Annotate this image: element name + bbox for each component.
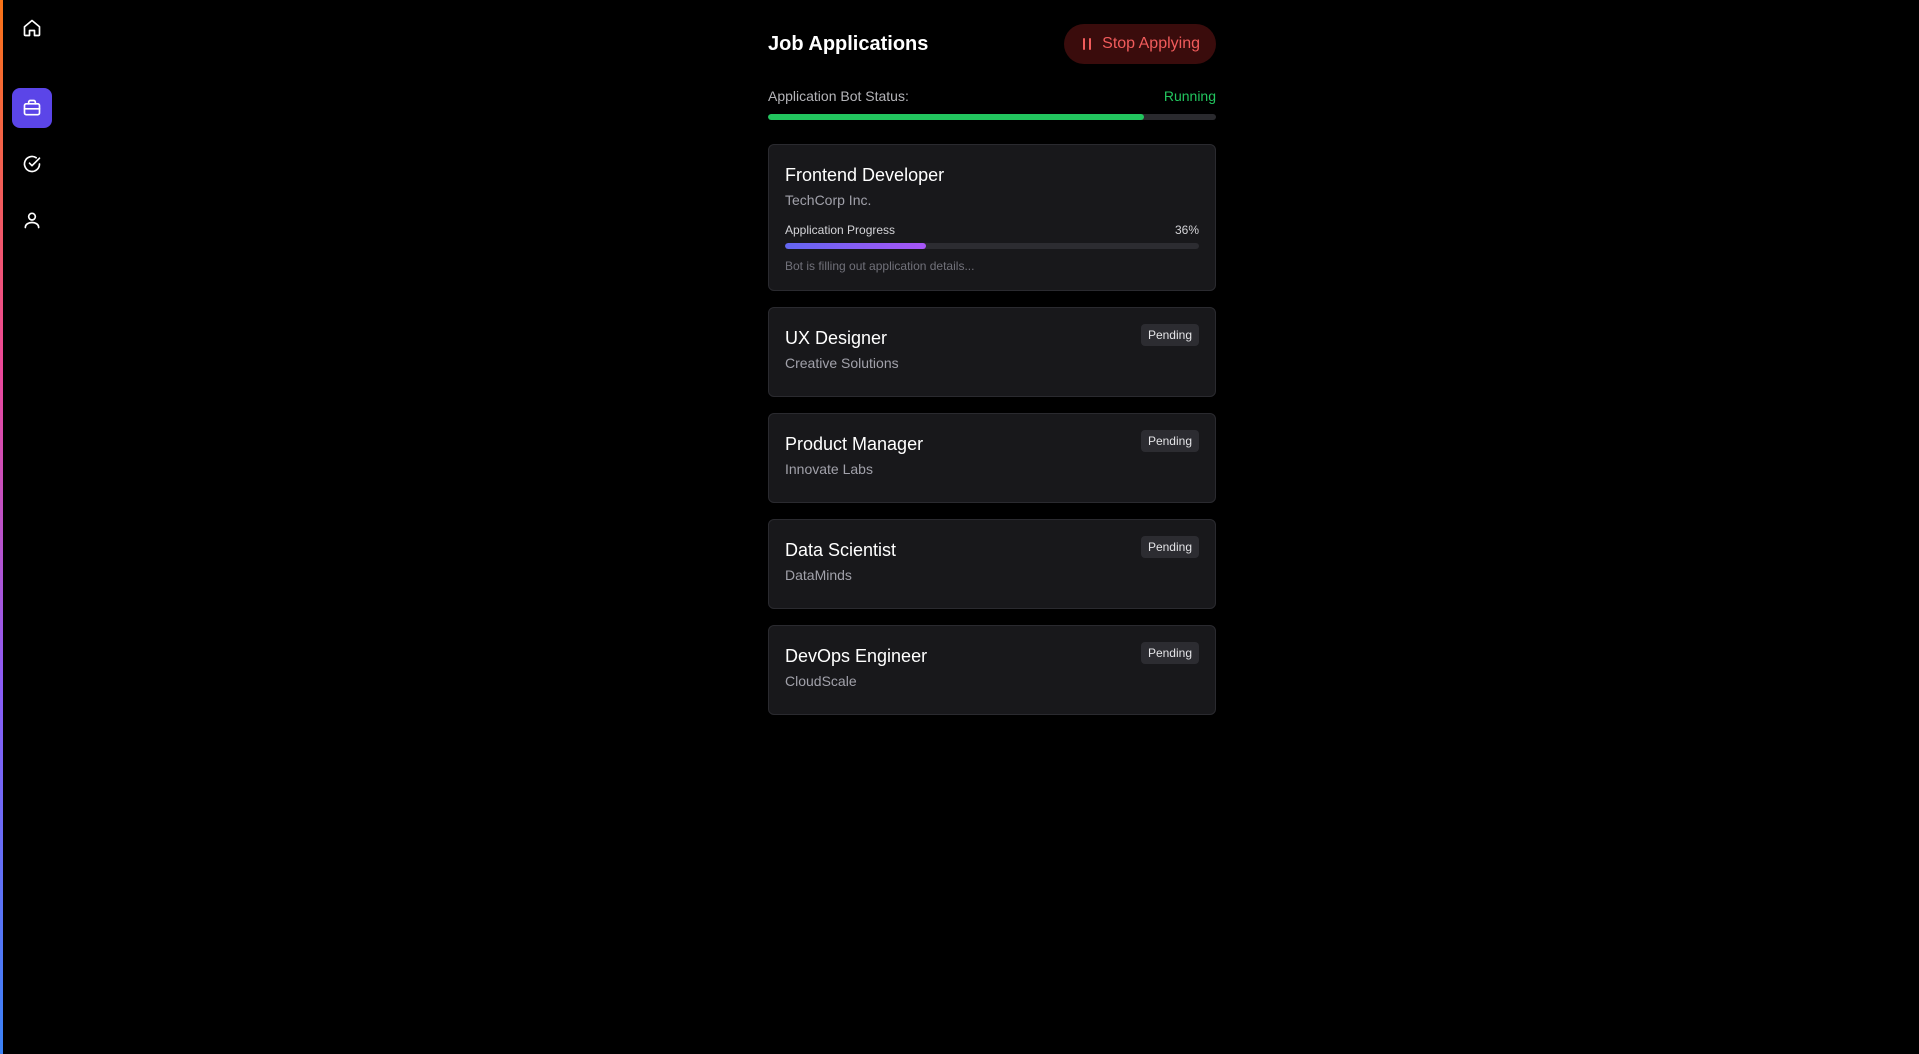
stop-applying-label: Stop Applying bbox=[1102, 35, 1200, 52]
bot-status-progress-bar bbox=[768, 114, 1216, 120]
application-progress-fill bbox=[785, 243, 926, 249]
check-circle-icon bbox=[23, 155, 41, 173]
application-progress-note: Bot is filling out application details..… bbox=[785, 259, 975, 273]
bot-status-value: Running bbox=[1163, 88, 1216, 104]
application-progress-label: Application Progress bbox=[785, 223, 896, 237]
home-icon bbox=[23, 19, 41, 37]
user-icon bbox=[24, 212, 40, 229]
job-title: UX Designer bbox=[785, 328, 888, 348]
briefcase-icon bbox=[23, 99, 41, 116]
status-badge: Pending bbox=[1140, 536, 1199, 558]
bot-status-row: Application Bot Status: Running bbox=[768, 88, 1216, 104]
job-card-active[interactable]: Frontend Developer TechCorp Inc. Applica… bbox=[768, 144, 1216, 291]
stop-applying-button[interactable]: Stop Applying bbox=[1064, 24, 1216, 64]
job-company: Innovate Labs bbox=[785, 461, 873, 477]
job-company: Creative Solutions bbox=[785, 355, 899, 371]
status-badge: Pending bbox=[1140, 324, 1199, 346]
application-progress-row: Application Progress 36% bbox=[785, 223, 1199, 237]
job-title: DevOps Engineer bbox=[785, 646, 928, 666]
sidebar-item-jobs[interactable] bbox=[12, 88, 52, 128]
main-content: Job Applications Stop Applying Applicati… bbox=[768, 24, 1216, 715]
job-card[interactable]: DevOps Engineer CloudScale Pending bbox=[768, 625, 1216, 715]
job-company: TechCorp Inc. bbox=[785, 192, 872, 208]
app-root: Job Applications Stop Applying Applicati… bbox=[0, 0, 1919, 1054]
job-title: Product Manager bbox=[785, 434, 924, 454]
application-progress-percent: 36% bbox=[1174, 223, 1199, 237]
sidebar-item-home[interactable] bbox=[12, 8, 52, 48]
sidebar-item-profile[interactable] bbox=[12, 200, 52, 240]
job-card[interactable]: UX Designer Creative Solutions Pending bbox=[768, 307, 1216, 397]
bot-status-progress-fill bbox=[768, 114, 1145, 120]
job-company: CloudScale bbox=[785, 673, 857, 689]
page-header: Job Applications Stop Applying bbox=[768, 24, 1216, 64]
sidebar bbox=[3, 0, 63, 1054]
status-badge: Pending bbox=[1140, 430, 1199, 452]
job-card[interactable]: Product Manager Innovate Labs Pending bbox=[768, 413, 1216, 503]
sidebar-item-completed[interactable] bbox=[12, 144, 52, 184]
job-card[interactable]: Data Scientist DataMinds Pending bbox=[768, 519, 1216, 609]
job-title: Frontend Developer bbox=[785, 165, 945, 185]
bot-status-label: Application Bot Status: bbox=[768, 88, 909, 104]
job-list: Frontend Developer TechCorp Inc. Applica… bbox=[768, 144, 1216, 715]
job-title: Data Scientist bbox=[785, 540, 897, 560]
status-badge: Pending bbox=[1140, 642, 1199, 664]
application-progress-bar bbox=[785, 243, 1199, 249]
page-title: Job Applications bbox=[768, 32, 929, 55]
pause-icon bbox=[1083, 38, 1092, 50]
job-company: DataMinds bbox=[785, 567, 852, 583]
